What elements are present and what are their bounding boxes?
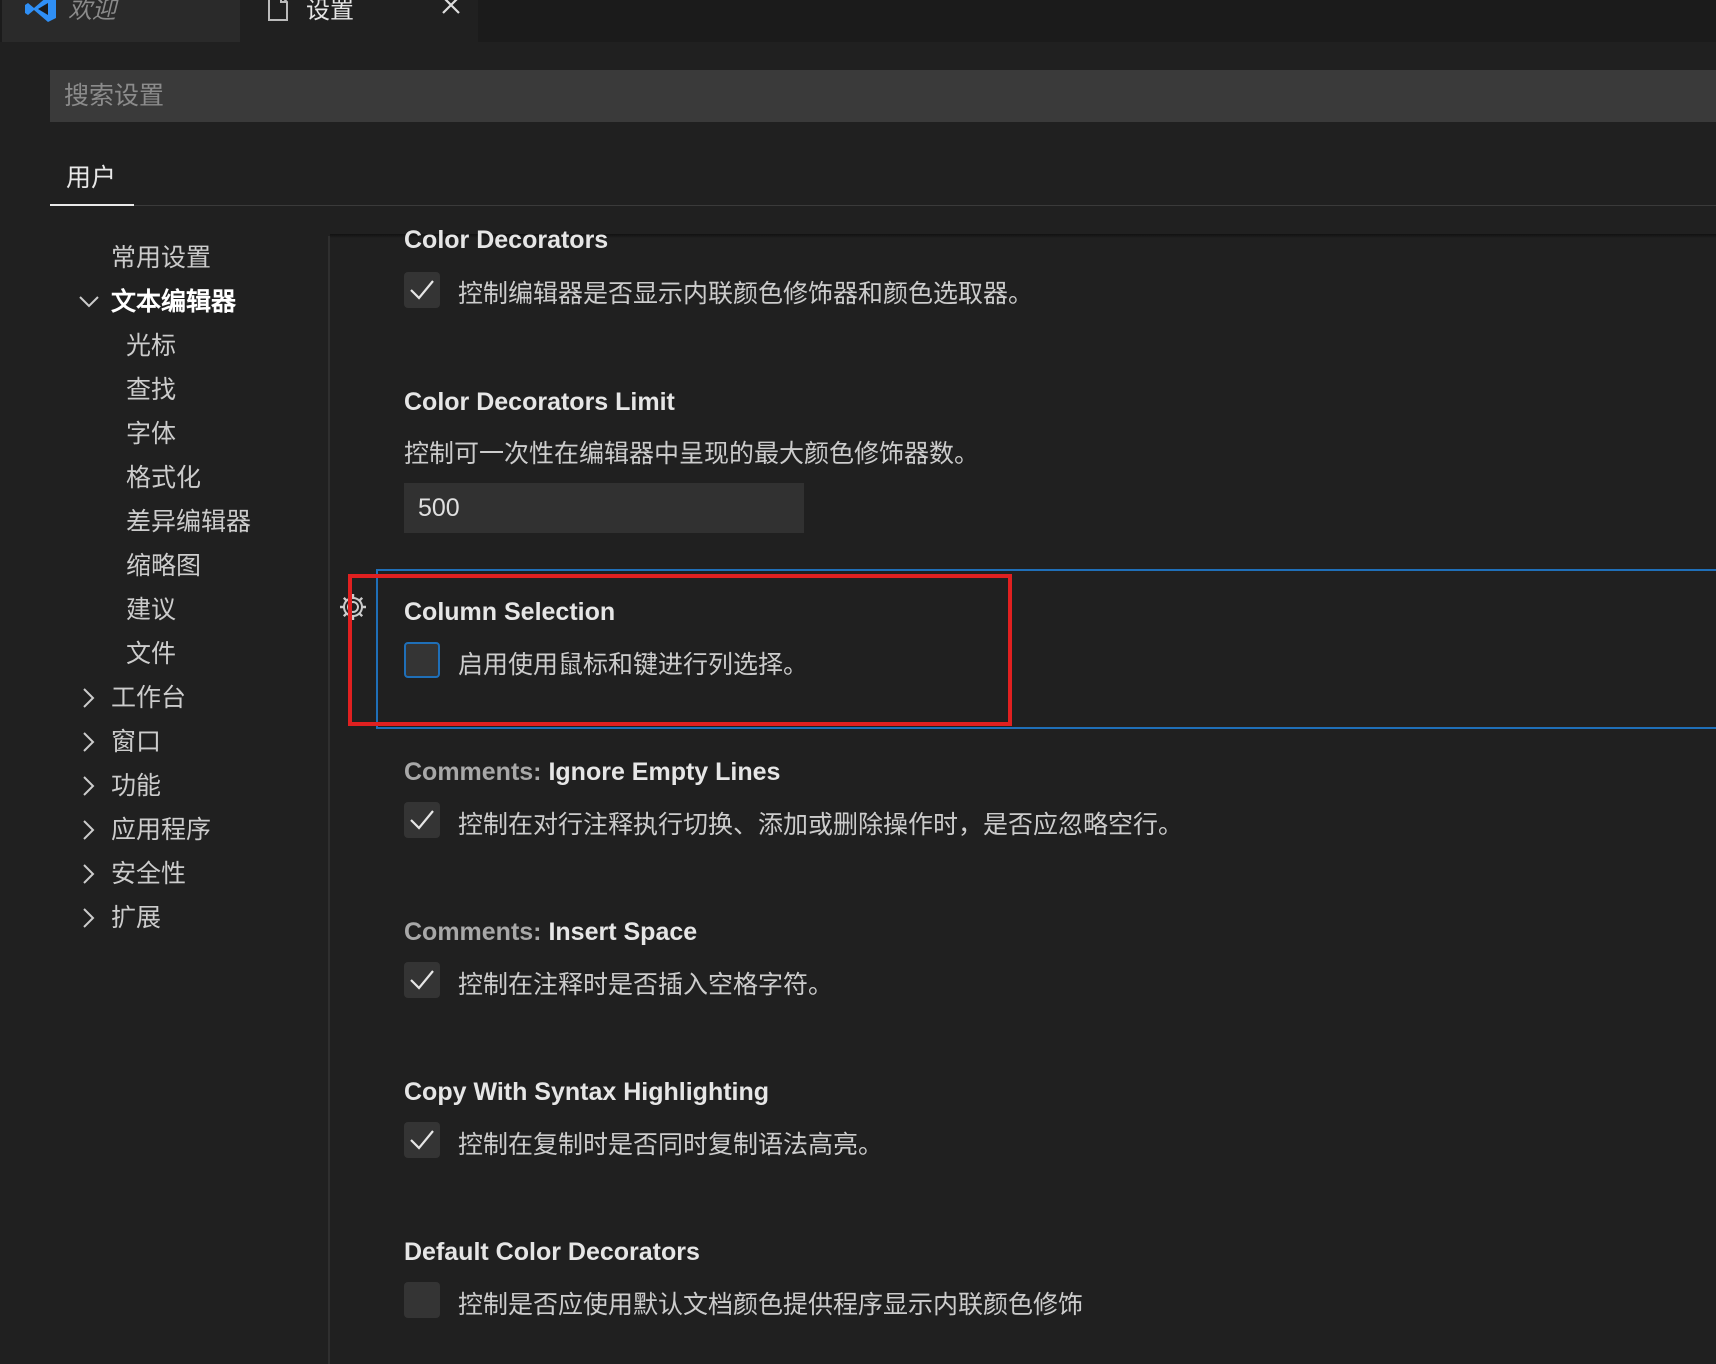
checkbox-comments-ignore-empty[interactable] <box>404 802 440 838</box>
setting-desc-default-color-decorators: 控制是否应使用默认文档颜色提供程序显示内联颜色修饰 <box>458 1291 1084 1319</box>
active-tab-underline <box>50 204 134 206</box>
toc-item-workbench[interactable]: 工作台 <box>111 676 186 720</box>
tab-settings[interactable]: 设置 <box>240 0 478 42</box>
close-icon[interactable] <box>438 0 464 22</box>
toc-item-suggestions[interactable]: 建议 <box>126 588 176 632</box>
setting-category: Comments: <box>404 758 549 786</box>
setting-desc-color-decorators-limit: 控制可一次性在编辑器中呈现的最大颜色修饰器数。 <box>404 440 980 468</box>
checkbox-copy-syntax[interactable] <box>404 1122 440 1158</box>
toc-item-files[interactable]: 文件 <box>126 632 176 676</box>
file-icon <box>266 0 290 27</box>
toc-item-extensions[interactable]: 扩展 <box>111 896 161 940</box>
editor-tab-bar: 欢迎 设置 <box>0 0 1716 42</box>
checkbox-default-color-decorators[interactable] <box>404 1282 440 1318</box>
tab-user-label: 用户 <box>66 164 117 192</box>
tab-user-scope[interactable]: 用户 <box>50 150 134 206</box>
toc-item-minimap[interactable]: 缩略图 <box>126 544 201 588</box>
tab-settings-label: 设置 <box>306 0 354 24</box>
check-icon <box>410 280 434 300</box>
toc-divider <box>328 236 330 1364</box>
toc-item-find[interactable]: 查找 <box>126 368 176 412</box>
vscode-logo-icon <box>24 0 58 29</box>
check-icon <box>410 1130 434 1150</box>
toc-item-formatting[interactable]: 格式化 <box>126 456 201 500</box>
setting-title-comments-ignore-empty: Comments: Ignore Empty Lines <box>404 758 780 787</box>
toc-item-cursor[interactable]: 光标 <box>126 324 176 368</box>
chevron-right-icon[interactable] <box>78 808 98 852</box>
checkbox-comments-insert-space[interactable] <box>404 962 440 998</box>
chevron-right-icon[interactable] <box>78 896 98 940</box>
toc-item-window[interactable]: 窗口 <box>111 720 161 764</box>
setting-category: Comments: <box>404 918 549 946</box>
toc-item-common[interactable]: 常用设置 <box>111 236 211 280</box>
tab-welcome-label: 欢迎 <box>68 0 116 24</box>
setting-title-comments-insert-space: Comments: Insert Space <box>404 918 697 947</box>
chevron-down-icon[interactable] <box>78 280 99 324</box>
setting-name: Ignore Empty Lines <box>548 758 781 786</box>
setting-title-copy-syntax: Copy With Syntax Highlighting <box>404 1078 770 1106</box>
chevron-right-icon[interactable] <box>78 676 98 720</box>
setting-title-color-decorators-limit: Color Decorators Limit <box>404 388 675 416</box>
toc-item-application[interactable]: 应用程序 <box>111 808 211 852</box>
setting-title-color-decorators: Color Decorators <box>404 226 609 254</box>
chevron-right-icon[interactable] <box>78 764 98 808</box>
setting-desc-comments-insert-space: 控制在注释时是否插入空格字符。 <box>458 971 834 999</box>
toc-item-diff-editor[interactable]: 差异编辑器 <box>126 500 251 544</box>
chevron-right-icon[interactable] <box>78 852 98 896</box>
toc-item-font[interactable]: 字体 <box>126 412 176 456</box>
chevron-right-icon[interactable] <box>78 720 98 764</box>
setting-title-default-color-decorators: Default Color Decorators <box>404 1238 700 1266</box>
annotation-highlight-box <box>348 574 1012 726</box>
check-icon <box>410 810 434 830</box>
setting-desc-comments-ignore-empty: 控制在对行注释执行切换、添加或删除操作时，是否应忽略空行。 <box>458 811 1184 839</box>
setting-desc-color-decorators: 控制编辑器是否显示内联颜色修饰器和颜色选取器。 <box>458 280 1034 308</box>
toc-item-features[interactable]: 功能 <box>111 764 161 808</box>
checkbox-color-decorators[interactable] <box>404 272 440 308</box>
search-settings-input[interactable] <box>50 70 1716 122</box>
scope-divider <box>134 205 1716 206</box>
color-decorators-limit-input[interactable] <box>404 483 804 533</box>
toc-item-security[interactable]: 安全性 <box>111 852 186 896</box>
tab-welcome[interactable]: 欢迎 <box>2 0 240 42</box>
toc-item-text-editor[interactable]: 文本编辑器 <box>111 280 236 324</box>
setting-name: Insert Space <box>548 918 698 946</box>
check-icon <box>410 970 434 990</box>
setting-desc-copy-syntax: 控制在复制时是否同时复制语法高亮。 <box>458 1131 884 1159</box>
